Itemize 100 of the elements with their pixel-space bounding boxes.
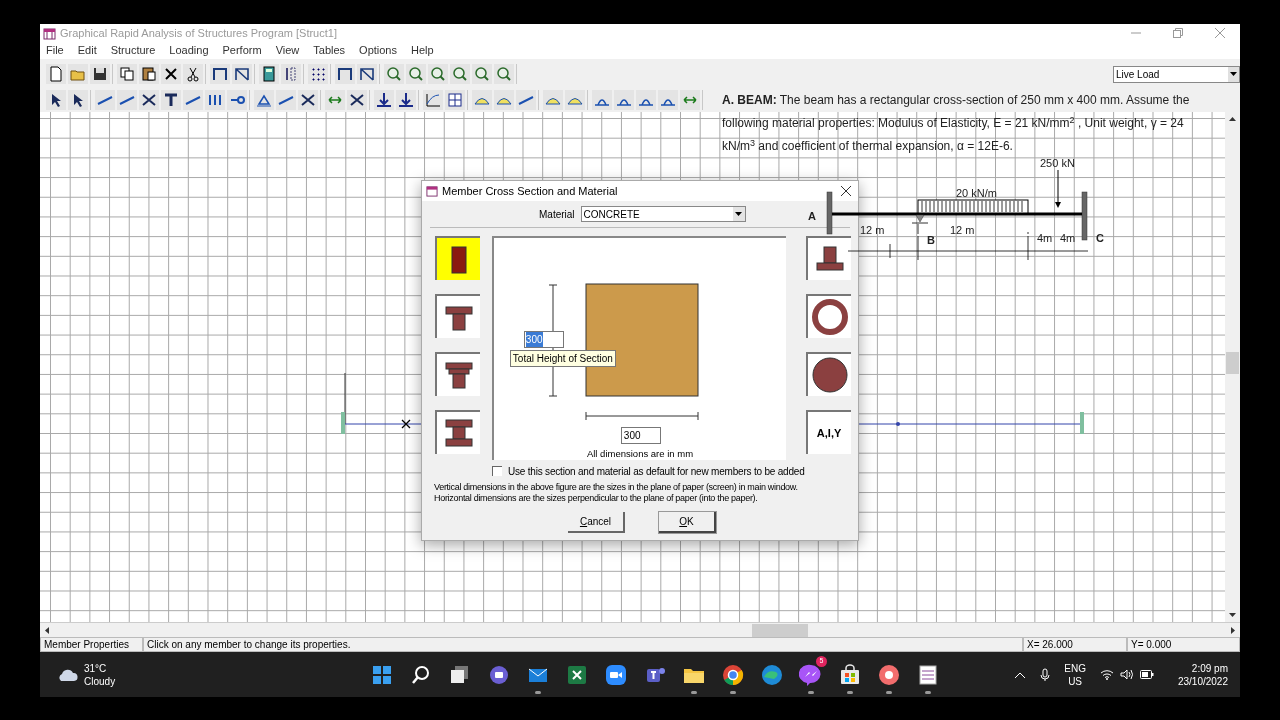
app-window-icon[interactable] (916, 662, 940, 687)
clock-time[interactable]: 2:09 pm (1191, 661, 1228, 675)
units-note: All dimensions are in mm (585, 447, 695, 461)
section-type-button[interactable] (805, 352, 851, 396)
status-message: Click on any member to change its properties. (143, 637, 1023, 652)
menu-item[interactable]: Perform (222, 42, 262, 59)
support-icon (1080, 412, 1084, 434)
frame-icon[interactable] (233, 65, 251, 83)
load-icon[interactable] (397, 91, 415, 109)
menu-item[interactable]: Options (359, 42, 397, 59)
running-indicator (535, 691, 541, 694)
cross-icon[interactable] (348, 91, 366, 109)
chevron-up-icon[interactable] (1014, 670, 1027, 679)
copy-icon[interactable] (118, 65, 136, 83)
cancel-button[interactable]: Cancel (568, 512, 625, 533)
close-icon[interactable] (841, 186, 851, 196)
zoom-icon[interactable] (385, 65, 403, 83)
x-coordinate: X= 26.000 (1023, 637, 1127, 652)
frame-icon[interactable] (211, 65, 229, 83)
cross-icon[interactable] (140, 91, 158, 109)
menu-item[interactable]: View (275, 42, 300, 59)
menu-item[interactable]: Help (411, 42, 434, 59)
window-title: Graphical Rapid Analysis of Structures Program [Struct1] (60, 25, 337, 41)
load-case-dropdown[interactable]: Live Load (1113, 65, 1240, 83)
cloud-icon[interactable] (56, 667, 78, 682)
grid-icon[interactable] (446, 91, 464, 109)
frame-icon[interactable] (336, 65, 354, 83)
horizontal-scrollbar[interactable] (40, 622, 1240, 637)
menu-item[interactable]: Tables (313, 42, 346, 59)
cross-icon[interactable] (299, 91, 317, 109)
diagram-label: 12 m (860, 224, 885, 237)
explanation-text: Horizontal dimensions are the sizes perpendicular to the plane of paper (into the paper). (434, 493, 759, 504)
weather-condition: Cloudy (84, 674, 116, 688)
dialog-title: Member Cross Section and Material (442, 183, 618, 199)
wifi-icon[interactable] (1099, 669, 1114, 680)
problem-description: A. BEAM: The beam has a rectangular cross-section of 250 mm x 400 mm. Assume the following material properties: Modulus of Elasticity, E = 21 kN/mm$^{2}$ , Unit weight, γ = 24 kN/m$^{3}$ and coefficient of thermal expansion, α = 12E-6. (722, 92, 1191, 155)
explanation-text: Vertical dimensions in the above figure are the sizes in the plane of paper (screen) in main window. (434, 482, 799, 493)
calculator-icon[interactable] (260, 65, 278, 83)
running-indicator (847, 691, 853, 694)
support-icon (341, 412, 345, 434)
tooltip: Total Height of Section (509, 350, 616, 367)
video-camera-icon[interactable] (604, 662, 628, 687)
running-indicator (808, 691, 814, 694)
node-dot[interactable] (896, 422, 900, 426)
running-indicator (925, 691, 931, 694)
section-type-button[interactable] (435, 410, 481, 454)
diagram-label: 4m (1060, 232, 1076, 245)
zoom-icon[interactable] (429, 65, 447, 83)
load-icon[interactable] (375, 91, 393, 109)
running-indicator (886, 691, 892, 694)
dots-icon[interactable] (309, 65, 327, 83)
graph-icon[interactable] (424, 91, 442, 109)
section-type-button[interactable] (805, 294, 851, 338)
default-checkbox[interactable] (492, 466, 502, 476)
section-type-button[interactable] (805, 236, 851, 280)
ok-button[interactable]: OK (659, 512, 716, 533)
page-icon[interactable] (47, 65, 65, 83)
material-dropdown[interactable]: CONCRETE (580, 206, 746, 222)
diagram-label: 12 m (950, 224, 975, 237)
battery-icon[interactable] (1139, 670, 1154, 679)
speaker-icon[interactable] (1119, 669, 1134, 680)
frame-icon[interactable] (358, 65, 376, 83)
running-indicator (730, 691, 736, 694)
weather-temperature: 31°C (84, 661, 108, 675)
wave-circle-icon[interactable] (760, 662, 784, 687)
dropdown-arrow-icon (735, 212, 743, 216)
save-icon[interactable] (91, 65, 109, 83)
shopping-bag-icon[interactable] (838, 662, 862, 687)
cross-mark-icon (401, 419, 411, 429)
checkbox-label: Use this section and material as default for new members to be added (508, 464, 805, 479)
menu-item[interactable]: Edit (77, 42, 97, 59)
diagram-label: B (927, 234, 935, 247)
microphone-icon[interactable] (1040, 667, 1051, 682)
browser-icon[interactable] (721, 662, 745, 687)
tee-icon[interactable] (162, 91, 180, 109)
restore-icon[interactable] (1173, 28, 1183, 38)
zoom-icon[interactable] (473, 65, 491, 83)
clock-date[interactable]: 23/10/2022 (1177, 674, 1228, 688)
dropdown-arrow-icon (1230, 72, 1237, 76)
menu-item[interactable]: File (46, 42, 64, 59)
section-type-button[interactable] (435, 236, 481, 280)
section-type-button[interactable] (435, 352, 481, 396)
cut-icon[interactable] (184, 65, 202, 83)
scrollbar-thumb[interactable] (752, 623, 808, 637)
diagram-label: 20 kN/m (956, 187, 997, 200)
width-input[interactable]: 300 (620, 427, 661, 444)
chat-bubble-icon[interactable] (799, 662, 823, 687)
menu-item[interactable]: Loading (169, 42, 209, 59)
zoom-icon[interactable] (451, 65, 469, 83)
paste-icon[interactable] (140, 65, 158, 83)
zoom-icon[interactable] (495, 65, 513, 83)
record-icon[interactable] (877, 662, 901, 687)
menu-item[interactable]: Structure (110, 42, 156, 59)
height-input[interactable]: 300 (523, 331, 564, 348)
language-indicator[interactable]: ENG US (1064, 661, 1086, 688)
diagram-label: 4m (1037, 232, 1053, 245)
zoom-icon[interactable] (407, 65, 425, 83)
scrollbar-thumb[interactable] (1226, 352, 1239, 374)
section-type-button[interactable] (435, 294, 481, 338)
section-properties-button[interactable]: A,I,Y (805, 410, 851, 454)
